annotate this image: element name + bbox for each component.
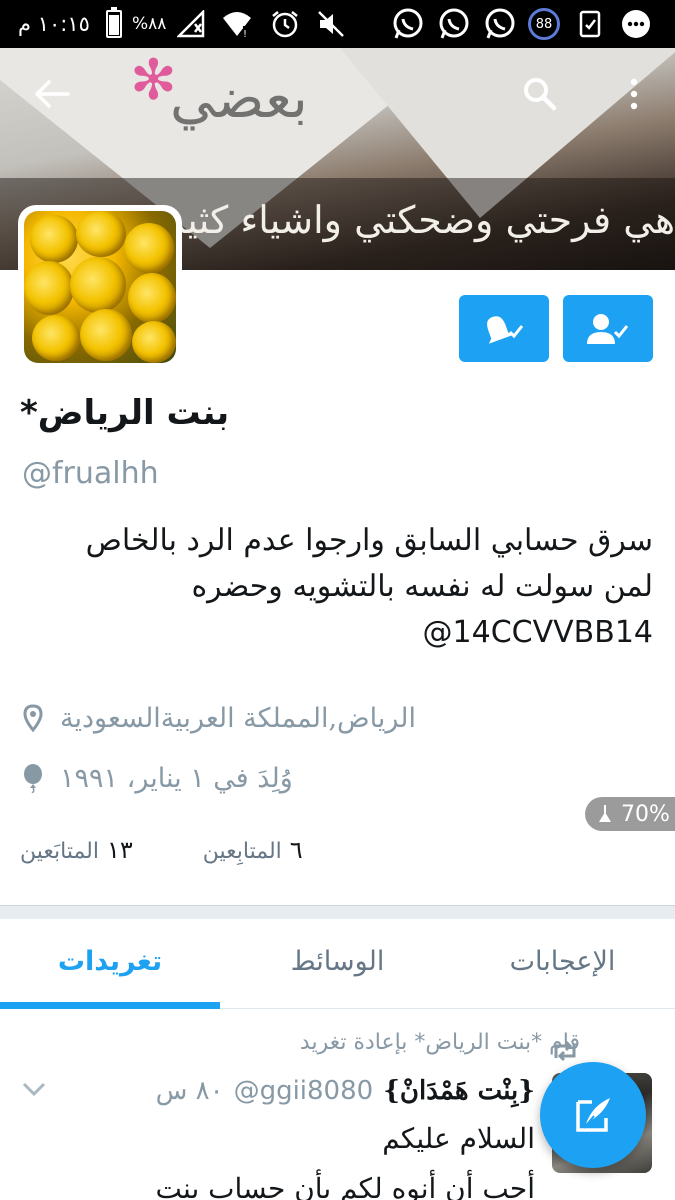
tab-likes[interactable]: الإعجابات: [450, 919, 675, 1003]
battery-overlay-text: 70%: [621, 801, 670, 827]
tweet-text-line: أحب أن أنوه لكم بأن حساب بنت: [155, 1172, 535, 1200]
birthday-text: وُلِدَ في ١ يناير، ١٩٩١: [60, 762, 293, 794]
screenshot-icon: [574, 0, 606, 48]
alarm-icon: [268, 0, 302, 48]
tab-tweets[interactable]: تغريدات: [0, 919, 220, 1003]
notifications-toggle-button[interactable]: [459, 295, 549, 362]
retweet-context: قام *بنت الرياض* بإعادة تغريد: [299, 1030, 580, 1055]
compose-feather-icon: [576, 1098, 610, 1132]
tweet-author-name[interactable]: {بِنْت هَمْدَانْ}: [383, 1076, 535, 1106]
location-text: الرياض,المملكة العربيةالسعودية: [60, 702, 417, 734]
status-bar: ١٠:١٥ م %٨٨ ! 88: [0, 0, 675, 48]
badge-number: 88: [528, 8, 560, 40]
location-pin-icon: [20, 703, 46, 733]
compose-tweet-button[interactable]: [540, 1062, 646, 1168]
display-name: *بنت الرياض: [20, 393, 230, 433]
banner-text: هي فرحتي وضحكتي واشياء كثير: [166, 198, 675, 242]
tweet-header: {بِنْت هَمْدَانْ} @ggii8080 ٨٠ س: [156, 1076, 535, 1106]
chevron-down-icon: [22, 1082, 46, 1097]
status-time: ١٠:١٥ م: [18, 12, 90, 36]
tab-media[interactable]: الوسائط: [225, 919, 450, 1003]
bell-check-icon: [487, 315, 524, 344]
tweet-author-handle[interactable]: @ggii8080: [234, 1076, 374, 1106]
keyboard-icon: [618, 0, 654, 48]
section-divider: [0, 905, 675, 919]
mute-icon: [314, 0, 348, 48]
back-button[interactable]: [30, 72, 74, 116]
bio-line: سرق حسابي السابق وارجوا عدم الرد بالخاص: [85, 523, 653, 558]
location-row: الرياض,المملكة العربيةالسعودية: [20, 698, 416, 738]
balloon-icon: [20, 763, 46, 793]
following-button[interactable]: [563, 295, 653, 362]
tweet-time: ٨٠ س: [155, 1076, 224, 1106]
more-vertical-icon: [630, 78, 638, 110]
tweet-menu-button[interactable]: [20, 1080, 48, 1100]
followers-number: ١٣: [107, 836, 133, 864]
follow-counts: ١٣ المتابَعين ٦ المتابِعين: [20, 836, 303, 864]
more-options-button[interactable]: [612, 72, 656, 116]
profile-avatar[interactable]: [18, 205, 182, 369]
broom-icon: [599, 805, 611, 822]
bio-mention-link[interactable]: @14CCVVBB14: [423, 615, 653, 650]
birthday-row: وُلِدَ في ١ يناير، ١٩٩١: [20, 758, 293, 798]
search-button[interactable]: [518, 72, 562, 116]
following-label: المتابِعين: [202, 839, 282, 864]
retweet-icon: [550, 1040, 580, 1062]
wifi-icon: !: [220, 0, 254, 48]
profile-bio: سرق حسابي السابق وارجوا عدم الرد بالخاص …: [13, 518, 653, 656]
svg-text:!: !: [243, 29, 247, 38]
followers-label: المتابَعين: [20, 839, 99, 864]
battery-overlay-badge: 70%: [585, 797, 675, 831]
user-check-icon: [587, 313, 629, 344]
active-tab-indicator: [0, 1002, 220, 1009]
arrow-left-icon: [35, 80, 70, 108]
whatsapp-icon: [436, 0, 472, 48]
bio-line: لمن سولت له نفسه بالتشويه وحضره: [191, 569, 653, 604]
battery-percent: %٨٨: [132, 14, 167, 34]
following-number: ٦: [289, 836, 303, 864]
profile-tabs: الإعجابات الوسائط تغريدات: [0, 919, 675, 1009]
following-count-link[interactable]: ٦ المتابِعين: [203, 836, 303, 864]
whatsapp-icon: [482, 0, 518, 48]
avatar-image-yellow-roses: [24, 211, 176, 363]
banner-top-text: بعضي: [170, 66, 308, 131]
tweet-text-line: السلام عليكم: [382, 1122, 535, 1155]
notification-badge-icon: 88: [526, 0, 562, 48]
no-signal-icon: [176, 0, 206, 48]
whatsapp-icon: [390, 0, 426, 48]
followers-count-link[interactable]: ١٣ المتابَعين: [20, 836, 133, 864]
user-handle: @frualhh: [22, 456, 159, 491]
search-icon: [524, 78, 557, 111]
battery-icon: [106, 0, 122, 48]
